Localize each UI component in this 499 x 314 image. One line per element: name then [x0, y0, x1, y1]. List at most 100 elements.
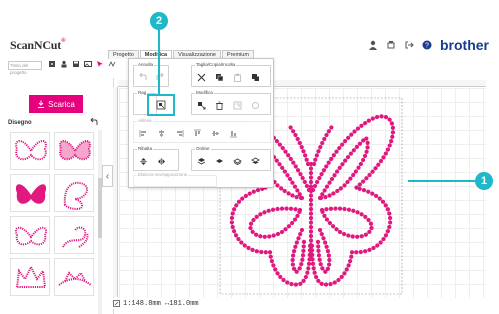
- download-button[interactable]: Scarica: [29, 95, 83, 113]
- download-icon: [38, 100, 45, 108]
- send-to-back-button[interactable]: [249, 155, 262, 167]
- flip-horizontal-icon: [158, 157, 165, 165]
- bring-forward-button[interactable]: [213, 155, 226, 167]
- callout-one: 1: [475, 172, 493, 190]
- quick-toolbar: [48, 60, 116, 68]
- size-readout: 1:148.8mm ↔181.0mm: [111, 298, 201, 309]
- layer-forward-icon: [216, 158, 223, 163]
- copy-icon: [216, 73, 224, 81]
- bring-to-front-button[interactable]: [195, 155, 208, 167]
- align-left-icon: [139, 129, 146, 137]
- new-project-icon[interactable]: [48, 60, 56, 68]
- undo-icon: [139, 73, 147, 80]
- save-icon[interactable]: [72, 60, 80, 68]
- cut-copy-paste-group: Taglia/Copia/Incolla: [191, 62, 271, 87]
- project-title-input[interactable]: Titolo del progetto: [8, 61, 42, 75]
- undo-group-label: Annulla: [137, 62, 155, 67]
- brand-logo: brother: [440, 37, 489, 53]
- logout-icon[interactable]: [404, 40, 414, 50]
- edit-region-icon: [233, 101, 242, 109]
- back-arrow-icon[interactable]: [89, 118, 99, 126]
- order-group-label: Ordine: [195, 146, 211, 151]
- settings-icon[interactable]: [386, 40, 396, 50]
- collapse-panel-button[interactable]: ‹: [102, 165, 113, 187]
- help-icon[interactable]: ?: [422, 40, 432, 50]
- flip-vertical-icon: [140, 157, 147, 165]
- design-thumbnail[interactable]: [54, 216, 94, 254]
- resize-button[interactable]: [195, 99, 208, 111]
- edit-region-button[interactable]: [231, 99, 244, 111]
- design-thumbnail[interactable]: [10, 174, 50, 212]
- align-top-button[interactable]: [191, 127, 204, 139]
- scissors-icon: [197, 73, 206, 81]
- flip-group: Ribalta: [133, 146, 179, 171]
- draw-line-icon[interactable]: [108, 60, 116, 68]
- duplicate-button[interactable]: [249, 71, 262, 83]
- align-group: Allinea: [133, 118, 271, 143]
- rhinestone-crown-thumb: [15, 264, 47, 288]
- paste-icon: [234, 73, 241, 82]
- send-backward-button[interactable]: [231, 155, 244, 167]
- design-thumbnail[interactable]: [10, 216, 50, 254]
- rhinestone-swirl-thumb: [62, 226, 89, 248]
- align-bottom-button[interactable]: [227, 127, 240, 139]
- rhinestone-butterfly-solid-thumb: [15, 184, 47, 204]
- duplicate-icon: [252, 73, 259, 81]
- cut-copy-paste-label: Taglia/Copia/Incolla: [195, 62, 237, 67]
- align-center-button[interactable]: [155, 127, 168, 139]
- modify-group-label: Modifica: [195, 90, 214, 95]
- layer-backward-icon: [233, 158, 242, 165]
- scrollbar-thumb[interactable]: [98, 178, 102, 238]
- rhinestone-butterfly-filled-thumb: [59, 140, 91, 161]
- svg-text:?: ?: [425, 43, 429, 50]
- group-label: Rag: [137, 90, 148, 95]
- flip-vertical-button[interactable]: [137, 155, 150, 167]
- overlap-group: Elabora sovrapposizione: [133, 172, 217, 187]
- group-icon: [156, 100, 165, 110]
- align-bottom-icon: [230, 130, 237, 137]
- download-label: Scarica: [48, 99, 75, 109]
- select-arrow-icon[interactable]: [96, 60, 104, 68]
- callout-two: 2: [150, 12, 168, 30]
- undo-button[interactable]: [137, 71, 150, 83]
- align-right-button[interactable]: [173, 127, 186, 139]
- undo-group: Annulla: [133, 62, 169, 87]
- flip-horizontal-button[interactable]: [155, 155, 168, 167]
- group-button[interactable]: [154, 99, 167, 111]
- edit-panel: Annulla Taglia/Copia/Incolla Rag Modific…: [128, 58, 274, 188]
- align-center-icon: [159, 129, 164, 137]
- align-left-button[interactable]: [137, 127, 150, 139]
- order-group: Ordine: [191, 146, 271, 171]
- header-actions: ? brother: [368, 37, 489, 53]
- align-right-icon: [177, 129, 184, 137]
- design-list-scrollbar[interactable]: [98, 130, 102, 314]
- design-thumbnail[interactable]: [10, 132, 50, 170]
- callout-one-line: [408, 180, 480, 182]
- image-icon[interactable]: [84, 60, 92, 68]
- rhinestone-tiara-thumb: [58, 271, 92, 286]
- cut-button[interactable]: [195, 71, 208, 83]
- vertical-ruler: [113, 87, 118, 297]
- rhinestone-butterfly-swirl-thumb: [15, 226, 47, 246]
- modify-group: Modifica: [191, 90, 271, 115]
- flip-group-label: Ribalta: [137, 146, 154, 151]
- align-middle-button[interactable]: [209, 127, 222, 139]
- paste-button[interactable]: [231, 71, 244, 83]
- design-thumbnail-grid: [8, 130, 100, 314]
- rotate-icon: [252, 101, 259, 109]
- logo-text: ScanNCut: [10, 38, 62, 52]
- rotate-button[interactable]: [249, 99, 262, 111]
- design-thumbnail[interactable]: [54, 132, 94, 170]
- resize-icon: [113, 300, 120, 307]
- design-thumbnail[interactable]: [54, 174, 94, 212]
- copy-button[interactable]: [213, 71, 226, 83]
- layer-back-icon: [251, 157, 260, 164]
- design-thumbnail[interactable]: [54, 258, 94, 296]
- delete-button[interactable]: [213, 99, 226, 111]
- size-readout-text: 1:148.8mm ↔181.0mm: [123, 299, 199, 308]
- user-upload-icon[interactable]: [60, 60, 68, 68]
- user-icon[interactable]: [368, 40, 378, 50]
- overlap-group-label: Elabora sovrapposizione: [137, 172, 189, 177]
- scanncut-logo: ScanNCut®: [10, 38, 66, 53]
- design-thumbnail[interactable]: [10, 258, 50, 296]
